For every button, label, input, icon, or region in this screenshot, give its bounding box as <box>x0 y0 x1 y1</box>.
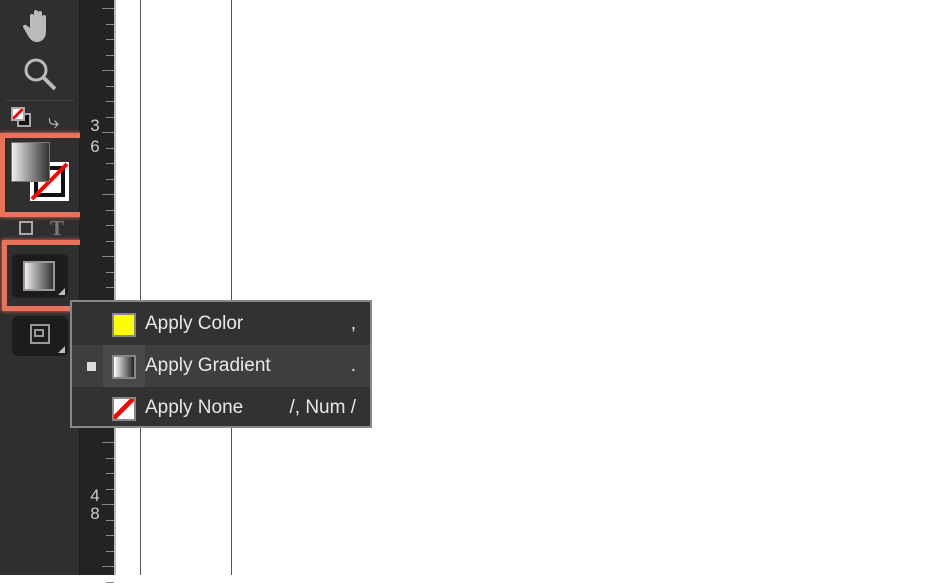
color-swatch-icon <box>112 313 136 337</box>
tools-panel: ⤷ T <box>0 0 108 575</box>
ruler-tick <box>106 54 114 56</box>
ruler-tick <box>106 147 114 149</box>
menu-item-apply-gradient[interactable]: Apply Gradient . <box>72 345 370 387</box>
container-mode-icon[interactable] <box>19 221 33 235</box>
none-swatch-icon <box>112 397 136 421</box>
ruler-tick <box>106 163 114 164</box>
menu-item-shortcut: . <box>350 355 356 376</box>
ruler-tick <box>106 488 114 490</box>
ruler-tick <box>106 457 114 459</box>
ruler-tick <box>106 519 114 521</box>
vertical-ruler: 3 6 4 8 <box>80 0 116 583</box>
ruler-tick <box>102 194 114 195</box>
divider <box>6 100 74 101</box>
menu-item-shortcut: , <box>350 313 356 334</box>
ruler-tick <box>106 101 114 102</box>
ruler-tick <box>102 442 114 443</box>
ruler-tick <box>106 550 114 552</box>
menu-item-apply-none[interactable]: Apply None /, Num / <box>72 387 370 429</box>
ruler-tick <box>106 23 114 25</box>
menu-item-apply-color[interactable]: Apply Color , <box>72 303 370 345</box>
ruler-tick <box>106 116 114 118</box>
ruler-tick <box>102 566 114 567</box>
apply-menu: Apply Color , Apply Gradient . Apply Non… <box>70 300 372 428</box>
fill-swatch[interactable] <box>11 142 50 182</box>
ruler-label: 3 <box>90 116 100 135</box>
default-fill-stroke-icon[interactable] <box>11 107 33 129</box>
ruler-tick <box>106 271 114 273</box>
hand-icon[interactable] <box>22 8 56 44</box>
magnifier-icon[interactable] <box>22 56 58 92</box>
ruler-tick <box>106 225 114 226</box>
ruler-tick <box>102 70 114 71</box>
menu-item-shortcut: /, Num / <box>289 397 356 418</box>
ruler-label: 4 <box>90 486 100 505</box>
ruler-tick <box>106 85 114 87</box>
menu-item-label: Apply Color <box>145 313 244 334</box>
ruler-tick <box>106 473 114 474</box>
screen-mode-button[interactable] <box>12 316 68 356</box>
menu-item-label: Apply Gradient <box>145 355 271 376</box>
ruler-tick <box>102 132 114 133</box>
gradient-swatch-icon <box>112 355 136 379</box>
text-mode-icon[interactable]: T <box>50 216 64 241</box>
ruler-tick <box>102 504 114 505</box>
ruler-label: 6 <box>90 137 100 156</box>
menu-item-label: Apply None <box>145 397 244 418</box>
checkmark-icon <box>87 362 96 371</box>
ruler-label: 8 <box>90 504 100 523</box>
ruler-tick <box>106 178 114 180</box>
ruler-tick <box>106 209 114 211</box>
ruler-tick <box>106 287 114 288</box>
swap-fill-stroke-icon[interactable]: ⤷ <box>48 112 59 132</box>
ruler-tick <box>102 256 114 257</box>
ruler-tick <box>106 240 114 242</box>
ruler-tick <box>106 535 114 536</box>
ruler-tick <box>106 581 114 583</box>
guide-line <box>140 0 141 575</box>
page-edge <box>231 0 232 575</box>
ruler-tick <box>102 8 114 9</box>
ruler-tick <box>106 39 114 40</box>
